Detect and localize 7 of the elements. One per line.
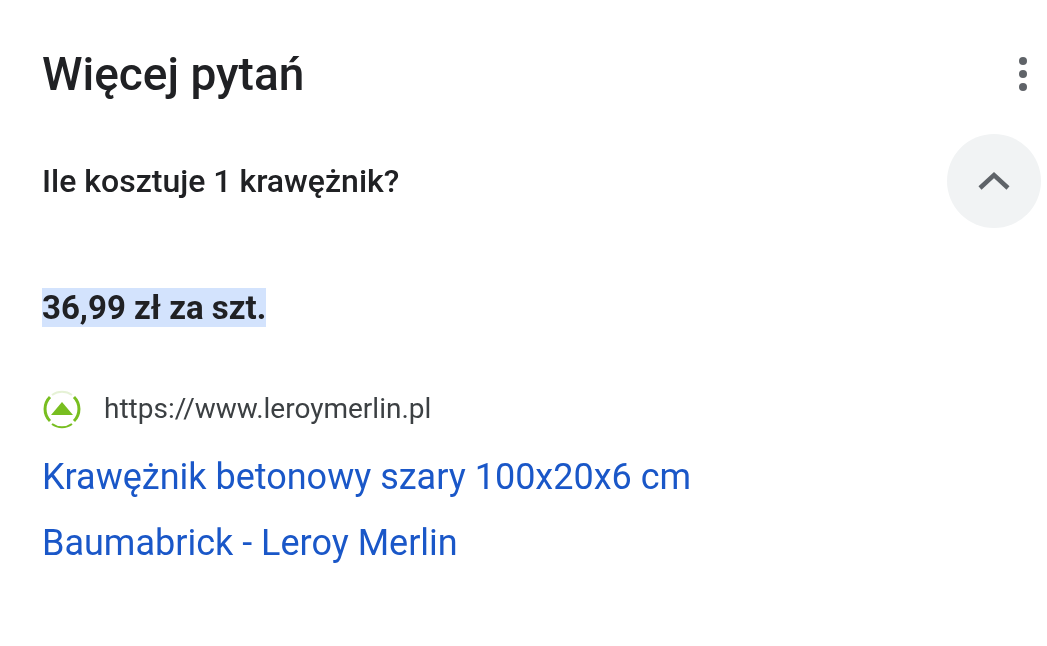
question-text[interactable]: Ile kosztuje 1 krawężnik? [42, 157, 400, 205]
result-link[interactable]: Krawężnik betonowy szary 100x20x6 cm Baumabrick - Leroy Merlin [0, 444, 692, 576]
answer-text: 36,99 zł za szt. [42, 288, 267, 327]
section-title: Więcej pytań [42, 46, 305, 103]
site-logo-icon [42, 389, 82, 429]
source-url: https://www.leroymerlin.pl [104, 391, 432, 427]
chevron-up-icon [977, 171, 1011, 191]
